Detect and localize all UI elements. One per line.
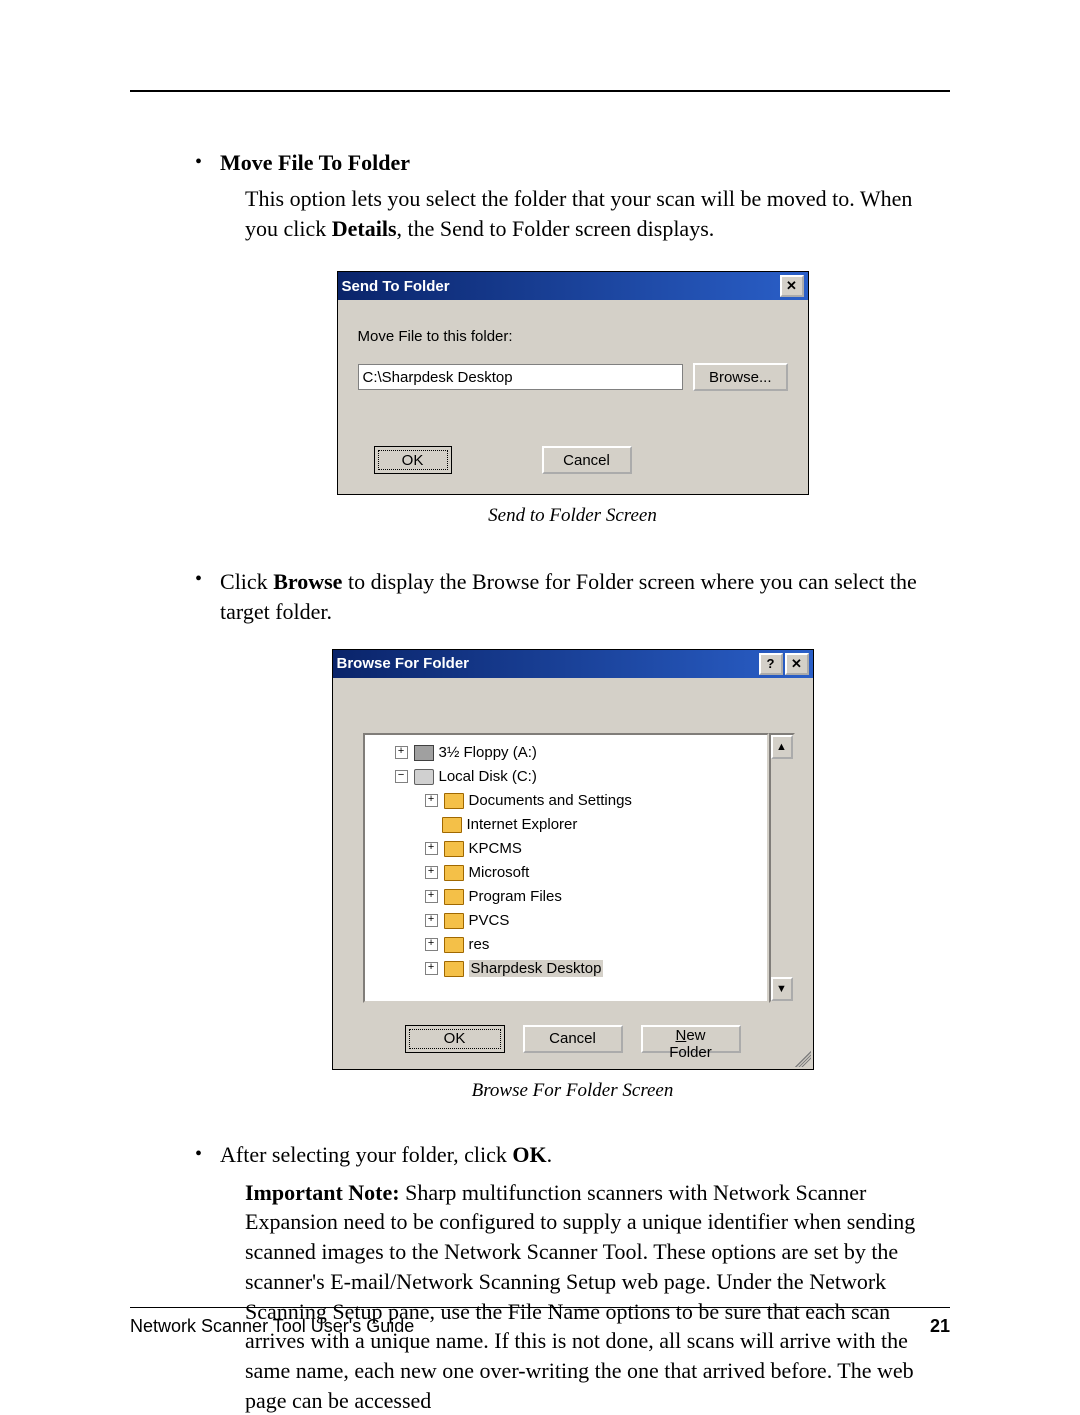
path-row: Browse... xyxy=(358,363,788,391)
b3-c: . xyxy=(547,1142,553,1167)
caption-1: Send to Folder Screen xyxy=(195,505,950,527)
tree-item-kpcms[interactable]: + KPCMS xyxy=(369,837,763,861)
note-text: Sharp multifunction scanners with Networ… xyxy=(245,1180,915,1413)
expand-icon[interactable]: + xyxy=(425,794,438,807)
page-footer: Network Scanner Tool User's Guide 21 xyxy=(130,1307,950,1337)
b2-b: Browse xyxy=(273,569,342,594)
important-note: Important Note: Sharp multifunction scan… xyxy=(245,1178,950,1415)
tree-label: Internet Explorer xyxy=(467,816,578,833)
bullet-dot: • xyxy=(195,150,202,176)
dialog-titlebar: Browse For Folder ? ✕ xyxy=(333,650,813,678)
caption-2: Browse For Folder Screen xyxy=(195,1080,950,1102)
floppy-icon xyxy=(414,745,434,761)
bullet-3: • After selecting your folder, click OK. xyxy=(195,1142,950,1168)
dialog-title: Browse For Folder xyxy=(337,655,470,672)
resize-grip-icon[interactable] xyxy=(795,1051,811,1067)
tree-item-localdisk[interactable]: − Local Disk (C:) xyxy=(369,765,763,789)
tree-item-ie[interactable]: Internet Explorer xyxy=(369,813,763,837)
expand-icon[interactable]: + xyxy=(395,746,408,759)
bullet-1: • Move File To Folder xyxy=(195,150,950,176)
tree-item-res[interactable]: + res xyxy=(369,933,763,957)
scroll-up-icon[interactable]: ▲ xyxy=(771,735,793,759)
tree-label: KPCMS xyxy=(469,840,522,857)
send-to-folder-dialog: Send To Folder ✕ Move File to this folde… xyxy=(337,271,809,495)
folder-icon xyxy=(444,889,464,905)
ok-button[interactable]: OK xyxy=(405,1025,505,1053)
tree-scrollbar[interactable]: ▲ ▼ xyxy=(769,733,795,1003)
new-folder-button[interactable]: New Folder xyxy=(641,1025,741,1053)
folder-icon xyxy=(444,937,464,953)
tree-item-pvcs[interactable]: + PVCS xyxy=(369,909,763,933)
folder-icon xyxy=(444,865,464,881)
para1-c: , the Send to Folder screen displays. xyxy=(397,216,715,241)
close-icon[interactable]: ✕ xyxy=(780,275,804,297)
help-icon[interactable]: ? xyxy=(759,653,783,675)
top-rule xyxy=(130,90,950,92)
titlebar-buttons: ? ✕ xyxy=(759,653,809,675)
close-icon[interactable]: ✕ xyxy=(785,653,809,675)
tree-item-programfiles[interactable]: + Program Files xyxy=(369,885,763,909)
tree-label: 3½ Floppy (A:) xyxy=(439,744,537,761)
bullet-2: • Click Browse to display the Browse for… xyxy=(195,567,950,626)
note-bold: Important Note: xyxy=(245,1180,400,1205)
collapse-icon[interactable]: − xyxy=(395,770,408,783)
expand-icon[interactable]: + xyxy=(425,890,438,903)
tree-item-floppy[interactable]: + 3½ Floppy (A:) xyxy=(369,741,763,765)
browse-button[interactable]: Browse... xyxy=(693,363,788,391)
expand-icon[interactable]: + xyxy=(425,962,438,975)
dialog-body: Move File to this folder: Browse... OK C… xyxy=(338,300,808,494)
folder-tree[interactable]: + 3½ Floppy (A:) − Local Disk (C:) + Doc… xyxy=(363,733,769,1003)
page-content: • Move File To Folder This option lets y… xyxy=(195,150,950,1415)
paragraph-1: This option lets you select the folder t… xyxy=(245,184,950,243)
folder-icon xyxy=(444,913,464,929)
tree-label: PVCS xyxy=(469,912,510,929)
bullet-dot: • xyxy=(195,1142,202,1168)
folder-path-input[interactable] xyxy=(358,364,683,390)
scroll-down-icon[interactable]: ▼ xyxy=(771,977,793,1001)
bullet-2-text: Click Browse to display the Browse for F… xyxy=(220,567,950,626)
move-file-label: Move File to this folder: xyxy=(358,328,788,345)
b3-b: OK xyxy=(512,1142,546,1167)
ok-button[interactable]: OK xyxy=(374,446,452,474)
tree-label-selected: Sharpdesk Desktop xyxy=(469,960,604,977)
cancel-button[interactable]: Cancel xyxy=(542,446,632,474)
drive-icon xyxy=(414,769,434,785)
tree-container: + 3½ Floppy (A:) − Local Disk (C:) + Doc… xyxy=(363,733,795,1003)
tree-item-sharpdesk[interactable]: + Sharpdesk Desktop xyxy=(369,957,763,981)
bullet-1-heading: Move File To Folder xyxy=(220,150,410,176)
dialog-button-row: OK Cancel New Folder xyxy=(333,1013,813,1069)
expand-icon[interactable]: + xyxy=(425,866,438,879)
no-expand xyxy=(425,819,436,830)
folder-icon xyxy=(444,793,464,809)
folder-icon xyxy=(442,817,462,833)
browse-for-folder-dialog: Browse For Folder ? ✕ + 3½ Floppy (A:) −… xyxy=(332,649,814,1070)
dialog-title: Send To Folder xyxy=(342,278,450,295)
tree-label: Local Disk (C:) xyxy=(439,768,537,785)
tree-label: Program Files xyxy=(469,888,562,905)
b3-a: After selecting your folder, click xyxy=(220,1142,512,1167)
tree-label: Microsoft xyxy=(469,864,530,881)
bullet-dot: • xyxy=(195,567,202,626)
tree-item-microsoft[interactable]: + Microsoft xyxy=(369,861,763,885)
tree-label: res xyxy=(469,936,490,953)
b2-a: Click xyxy=(220,569,273,594)
tree-label: Documents and Settings xyxy=(469,792,632,809)
dialog-titlebar: Send To Folder ✕ xyxy=(338,272,808,300)
tree-item-docs[interactable]: + Documents and Settings xyxy=(369,789,763,813)
folder-icon xyxy=(444,841,464,857)
expand-icon[interactable]: + xyxy=(425,938,438,951)
para1-b: Details xyxy=(332,216,397,241)
bullet-3-text: After selecting your folder, click OK. xyxy=(220,1142,552,1168)
footer-title: Network Scanner Tool User's Guide xyxy=(130,1316,414,1337)
dialog-button-row: OK Cancel xyxy=(358,446,788,474)
expand-icon[interactable]: + xyxy=(425,842,438,855)
cancel-button[interactable]: Cancel xyxy=(523,1025,623,1053)
expand-icon[interactable]: + xyxy=(425,914,438,927)
page-number: 21 xyxy=(930,1316,950,1337)
folder-icon xyxy=(444,961,464,977)
